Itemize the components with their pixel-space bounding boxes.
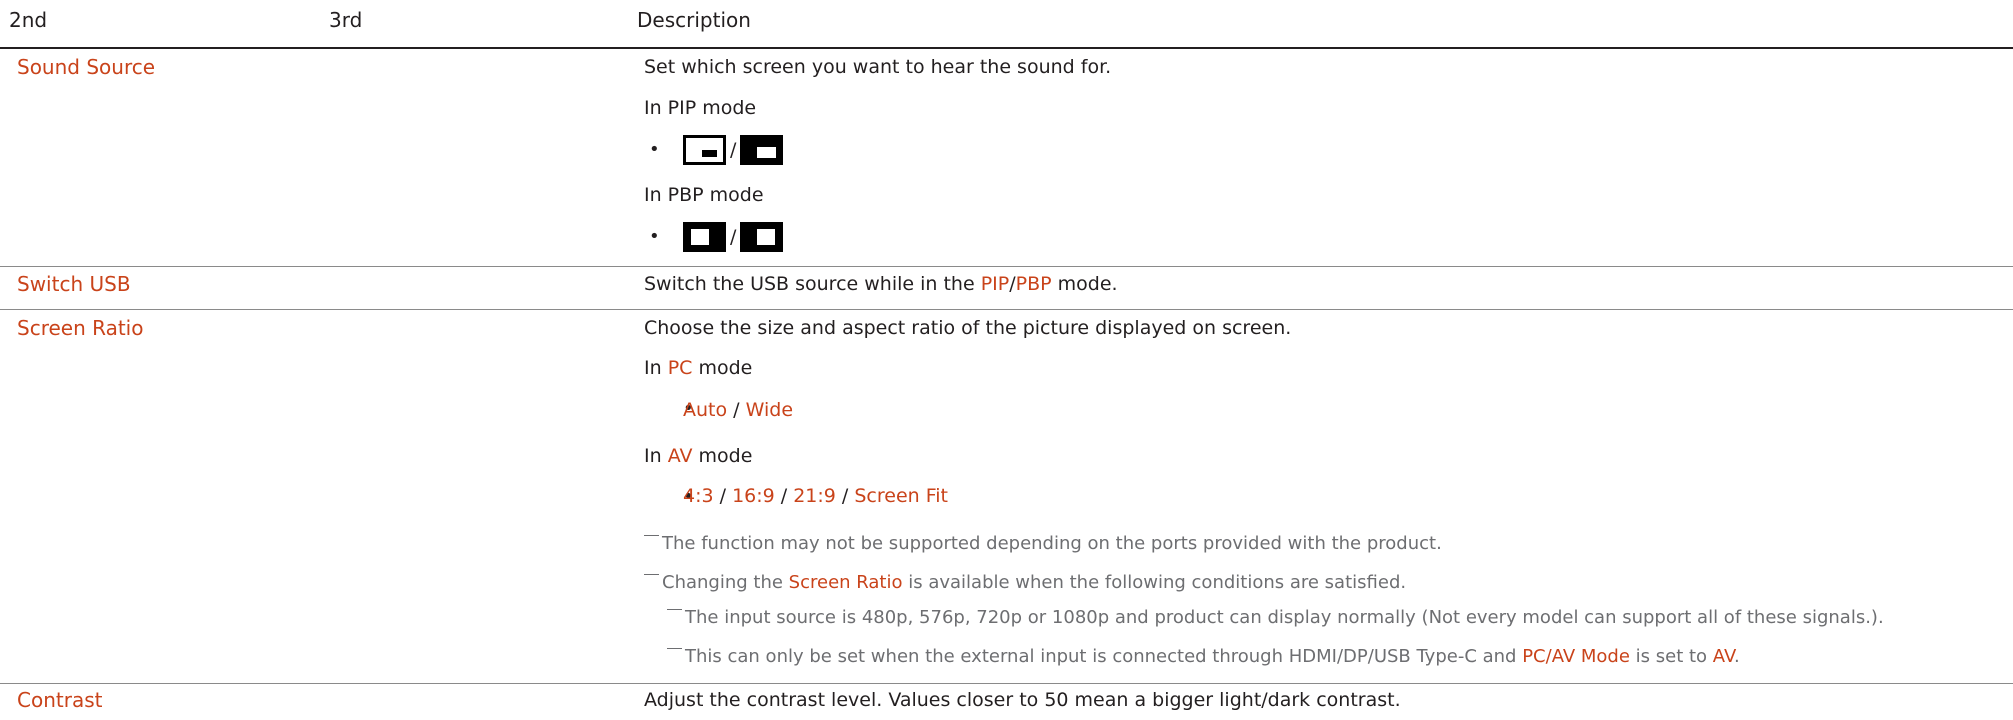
av-options: 4:3 / 16:9 / 21:9 / Screen Fit	[683, 483, 948, 509]
note-external-mid: is set to	[1629, 646, 1713, 667]
option-sep: /	[835, 485, 855, 507]
screen-ratio-desc: Choose the size and aspect ratio of the …	[644, 317, 1292, 339]
av-mode-line: In AV mode	[644, 443, 752, 469]
sound-source-desc: Set which screen you want to hear the so…	[644, 56, 1112, 78]
header-rule	[0, 47, 2013, 49]
pc-av-mode-term: PC/AV Mode	[1522, 646, 1630, 667]
mode-text: mode	[692, 445, 753, 467]
sound-source-label: Sound Source	[17, 55, 156, 79]
mode-text: mode	[692, 357, 753, 379]
note-external-post: .	[1733, 646, 1740, 667]
option-screen-fit: Screen Fit	[854, 485, 949, 507]
note-dash	[667, 648, 682, 649]
av-term: AV	[667, 445, 693, 467]
header-3rd: 3rd	[329, 8, 363, 32]
row-divider	[0, 309, 2013, 310]
note-ports-text: The function may not be supported depend…	[662, 533, 1442, 554]
pbp-term: PBP	[1015, 273, 1052, 295]
option-16-9: 16:9	[732, 485, 775, 507]
note-external-input: This can only be set when the external i…	[667, 644, 1740, 670]
note-conditions: Changing the Screen Ratio is available w…	[644, 570, 1406, 596]
pip-small-window-icon	[683, 135, 726, 165]
option-21-9: 21:9	[793, 485, 836, 507]
pip-icons: /	[683, 135, 784, 165]
pip-mode-label: In PIP mode	[644, 97, 757, 119]
pip-large-window-icon	[740, 135, 784, 165]
pbp-icons: /	[683, 222, 784, 252]
switch-usb-desc-pre: Switch the USB source while in the	[644, 273, 981, 295]
note-dash	[667, 609, 682, 610]
in-text: In	[644, 445, 668, 467]
header-description: Description	[637, 8, 751, 32]
switch-usb-desc: Switch the USB source while in the PIP/P…	[644, 271, 1118, 297]
option-auto: Auto	[683, 399, 728, 421]
pbp-right-active-icon	[740, 222, 784, 252]
bullet: •	[649, 226, 660, 247]
note-ports: The function may not be supported depend…	[644, 531, 1442, 557]
contrast-label: Contrast	[17, 688, 103, 712]
note-input-source-text: The input source is 480p, 576p, 720p or …	[685, 607, 1884, 628]
note-dash	[644, 535, 659, 536]
in-text: In	[644, 357, 668, 379]
contrast-desc: Adjust the contrast level. Values closer…	[644, 689, 1401, 711]
note-conditions-pre: Changing the	[662, 572, 789, 593]
note-dash	[644, 574, 659, 575]
separator: /	[730, 139, 737, 161]
note-external-pre: This can only be set when the external i…	[685, 646, 1523, 667]
header-2nd: 2nd	[9, 8, 48, 32]
switch-usb-label: Switch USB	[17, 272, 131, 296]
pbp-left-active-icon	[683, 222, 726, 252]
pc-mode-line: In PC mode	[644, 355, 752, 381]
screen-ratio-label: Screen Ratio	[17, 316, 144, 340]
option-sep: /	[713, 485, 733, 507]
pc-options: Auto / Wide	[683, 397, 793, 423]
option-wide: Wide	[745, 399, 794, 421]
row-divider	[0, 683, 2013, 684]
row-divider	[0, 266, 2013, 267]
bullet: •	[649, 139, 660, 160]
option-4-3: 4:3	[683, 485, 714, 507]
switch-usb-desc-post: mode.	[1051, 273, 1118, 295]
note-conditions-post: is available when the following conditio…	[902, 572, 1407, 593]
note-input-source: The input source is 480p, 576p, 720p or …	[667, 605, 1884, 631]
separator: /	[730, 226, 737, 248]
screen-ratio-term: Screen Ratio	[788, 572, 903, 593]
pip-term: PIP	[980, 273, 1010, 295]
pc-term: PC	[667, 357, 693, 379]
av-term: AV	[1712, 646, 1734, 667]
option-sep: /	[774, 485, 794, 507]
option-sep: /	[727, 399, 746, 421]
pbp-mode-label: In PBP mode	[644, 184, 764, 206]
